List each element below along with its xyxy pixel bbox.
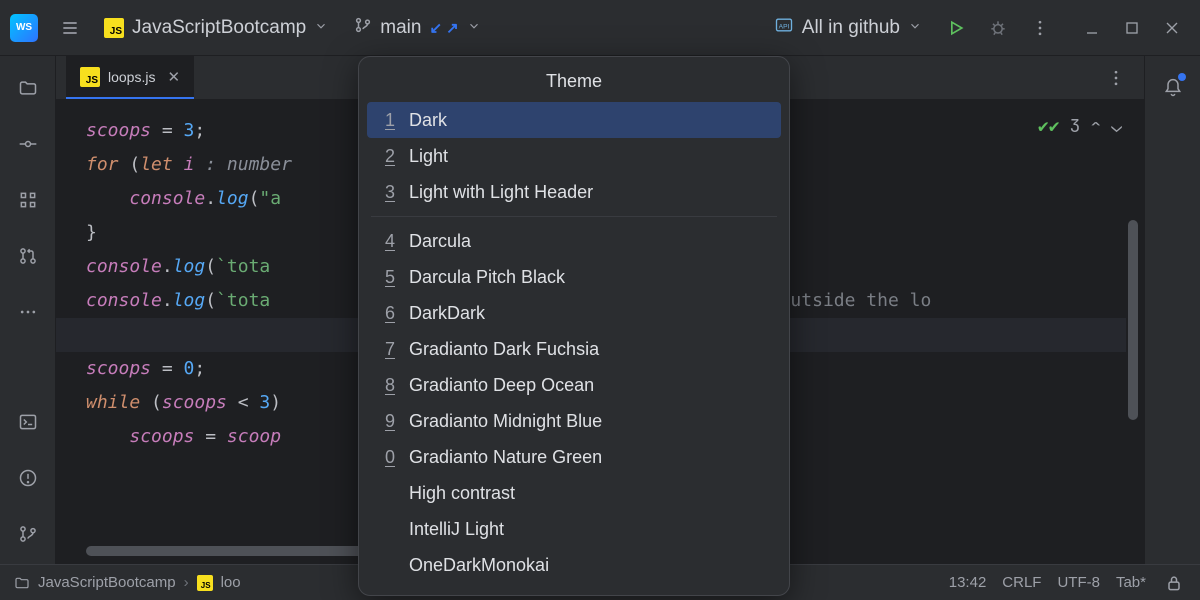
theme-shortcut-number: 2 <box>381 146 395 167</box>
close-tab-icon[interactable]: ✕ <box>167 68 180 86</box>
theme-shortcut-number: 5 <box>381 267 395 288</box>
theme-label: Gradianto Midnight Blue <box>409 411 602 432</box>
debug-button[interactable] <box>980 10 1016 46</box>
theme-shortcut-number: 3 <box>381 182 395 203</box>
theme-label: Gradianto Dark Fuchsia <box>409 339 599 360</box>
project-tool-button[interactable] <box>10 70 46 106</box>
notifications-button[interactable] <box>1155 70 1191 106</box>
vcs-branch-selector[interactable]: main ↙ ↗ <box>344 10 491 46</box>
structure-tool-button[interactable] <box>10 182 46 218</box>
theme-option[interactable]: 8 Gradianto Deep Ocean <box>367 367 781 403</box>
theme-shortcut-number: 7 <box>381 339 395 360</box>
right-toolbar <box>1144 56 1200 564</box>
more-actions-button[interactable] <box>1022 10 1058 46</box>
theme-shortcut-number: 6 <box>381 303 395 324</box>
vcs-tool-button[interactable] <box>10 516 46 552</box>
theme-label: Light <box>409 146 448 167</box>
titlebar: WS JS JavaScriptBootcamp main ↙ ↗ API Al… <box>0 0 1200 56</box>
theme-label: High contrast <box>409 483 515 504</box>
theme-shortcut-number: 8 <box>381 375 395 396</box>
js-icon: JS <box>104 18 124 38</box>
theme-label: Dark <box>409 110 447 131</box>
theme-option[interactable]: 4 Darcula <box>367 223 781 259</box>
theme-option[interactable]: 9 Gradianto Midnight Blue <box>367 403 781 439</box>
run-config-name: All in github <box>802 17 900 39</box>
close-button[interactable] <box>1154 10 1190 46</box>
theme-option[interactable]: High contrast <box>367 475 781 511</box>
breadcrumb[interactable]: JavaScriptBootcamp › JS loo <box>14 574 241 591</box>
inspection-count: 3 <box>1070 110 1081 144</box>
popup-divider <box>371 216 777 217</box>
theme-option[interactable]: 2 Light <box>367 138 781 174</box>
main-menu-button[interactable] <box>52 10 88 46</box>
theme-list: 1 Dark 2 Light 3 Light with Light Header 4 Darc… <box>359 102 789 591</box>
folder-icon <box>14 575 30 591</box>
lock-icon[interactable] <box>1162 571 1186 595</box>
theme-option[interactable]: 6 DarkDark <box>367 295 781 331</box>
pull-requests-tool-button[interactable] <box>10 238 46 274</box>
editor-tab[interactable]: JS loops.js ✕ <box>66 56 194 99</box>
chevron-up-icon[interactable]: ⌃ <box>1090 110 1101 144</box>
theme-shortcut-number: 4 <box>381 231 395 252</box>
theme-shortcut-number: 1 <box>381 110 395 131</box>
breadcrumb-separator: › <box>184 574 189 591</box>
theme-option[interactable]: 7 Gradianto Dark Fuchsia <box>367 331 781 367</box>
problems-tool-button[interactable] <box>10 460 46 496</box>
theme-option[interactable]: 3 Light with Light Header <box>367 174 781 210</box>
file-encoding[interactable]: UTF-8 <box>1057 574 1100 591</box>
branch-name: main <box>380 17 421 39</box>
theme-option[interactable]: IntelliJ Light <box>367 511 781 547</box>
theme-label: Darcula Pitch Black <box>409 267 565 288</box>
tab-options-button[interactable] <box>1098 60 1134 96</box>
run-config-selector[interactable]: API All in github <box>764 10 932 46</box>
theme-label: Light with Light Header <box>409 182 593 203</box>
http-client-icon: API <box>774 15 794 41</box>
theme-shortcut-number: 0 <box>381 447 395 468</box>
theme-option[interactable]: 5 Darcula Pitch Black <box>367 259 781 295</box>
line-separator[interactable]: CRLF <box>1002 574 1041 591</box>
theme-option[interactable]: 0 Gradianto Nature Green <box>367 439 781 475</box>
theme-shortcut-number: 9 <box>381 411 395 432</box>
vcs-update-icon[interactable]: ↙ ↗ <box>429 19 458 37</box>
theme-option[interactable]: 1 Dark <box>367 102 781 138</box>
maximize-button[interactable] <box>1114 10 1150 46</box>
branch-icon <box>354 16 372 40</box>
project-name: JavaScriptBootcamp <box>132 17 306 39</box>
theme-label: Gradianto Deep Ocean <box>409 375 594 396</box>
js-icon: JS <box>197 575 213 591</box>
indent-settings[interactable]: Tab* <box>1116 574 1146 591</box>
minimize-button[interactable] <box>1074 10 1110 46</box>
theme-label: Darcula <box>409 231 471 252</box>
left-toolbar <box>0 56 56 564</box>
theme-label: IntelliJ Light <box>409 519 504 540</box>
popup-title: Theme <box>359 57 789 102</box>
more-tools-button[interactable] <box>10 294 46 330</box>
breadcrumb-project: JavaScriptBootcamp <box>38 574 176 591</box>
window-controls <box>1074 10 1190 46</box>
run-button[interactable] <box>938 10 974 46</box>
theme-label: Gradianto Nature Green <box>409 447 602 468</box>
chevron-down-icon[interactable]: ⌄ <box>1111 110 1122 144</box>
js-icon: JS <box>80 67 100 87</box>
project-selector[interactable]: JS JavaScriptBootcamp <box>94 10 338 46</box>
theme-popup: Theme 1 Dark 2 Light 3 Light with Light Heade… <box>358 56 790 596</box>
theme-label: DarkDark <box>409 303 485 324</box>
cursor-position[interactable]: 13:42 <box>949 574 987 591</box>
checkmark-icon: ✔✔ <box>1038 110 1060 144</box>
inspection-widget[interactable]: ✔✔ 3 ⌃ ⌄ <box>1038 110 1122 144</box>
chevron-down-icon <box>467 17 481 39</box>
theme-label: OneDarkMonokai <box>409 555 549 576</box>
chevron-down-icon <box>908 17 922 39</box>
app-icon: WS <box>10 14 38 42</box>
chevron-down-icon <box>314 17 328 39</box>
svg-text:API: API <box>778 23 789 30</box>
breadcrumb-file: loo <box>221 574 241 591</box>
theme-option[interactable]: OneDarkMonokai <box>367 547 781 583</box>
commit-tool-button[interactable] <box>10 126 46 162</box>
tab-filename: loops.js <box>108 69 155 85</box>
vertical-scrollbar[interactable] <box>1128 220 1138 420</box>
terminal-tool-button[interactable] <box>10 404 46 440</box>
